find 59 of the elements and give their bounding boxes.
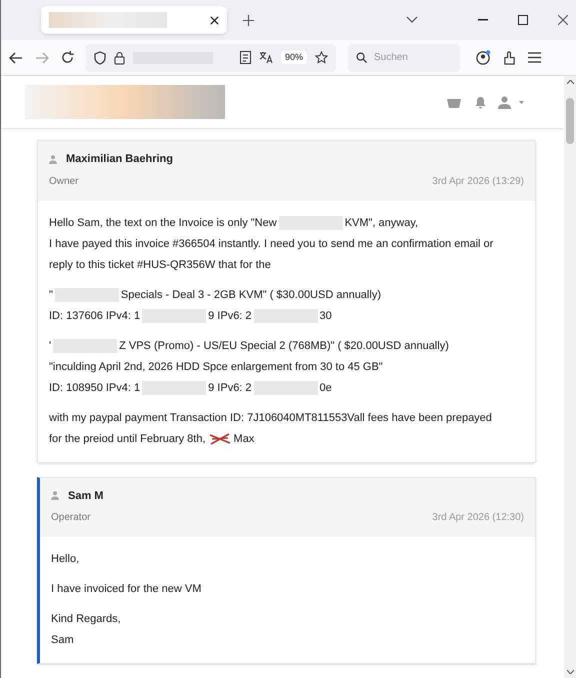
message-text: 30 (320, 308, 332, 324)
close-window-icon[interactable] (558, 15, 568, 25)
scroll-down-icon[interactable] (566, 670, 574, 674)
author-name: Maximilian Baehring (66, 152, 173, 167)
reader-view-icon[interactable] (240, 51, 251, 64)
message-text: Kind Regards, (51, 612, 121, 628)
user-icon (49, 154, 57, 164)
close-icon[interactable] (210, 16, 219, 24)
user-icon (51, 491, 59, 500)
scrollbar[interactable] (564, 76, 576, 678)
chevron-down-icon[interactable] (406, 16, 418, 24)
author-name: Sam M (68, 488, 104, 504)
minimize-icon[interactable] (478, 19, 488, 21)
new-tab-icon[interactable] (243, 14, 254, 26)
message-text: with my paypal payment Transaction ID: 7J106040MT811553Vall fees have been prepayed (49, 410, 492, 426)
basket-icon[interactable] (447, 96, 461, 108)
lock-icon (114, 50, 125, 64)
account-icon[interactable] (476, 50, 491, 65)
message-text: 9 IPv6: 2 (208, 308, 252, 324)
message-text: reply to this ticket #HUS-QR356W that for the (49, 258, 271, 273)
message-text: Z VPS (Promo) - US/EU Special 2 (768MB)" ( $20.00USD annually) (119, 338, 449, 354)
bell-icon[interactable] (475, 96, 486, 108)
maximize-icon[interactable] (518, 15, 528, 25)
search-field[interactable]: Suchen (348, 44, 460, 72)
star-icon[interactable] (315, 51, 328, 64)
address-bar[interactable]: 90% (86, 44, 336, 72)
scribble-mark (208, 433, 231, 445)
shield-icon[interactable] (94, 50, 106, 64)
message-text: 9 IPv6: 2 (208, 380, 252, 396)
message-text: 0e (320, 380, 332, 396)
message-text: Hello, (51, 552, 80, 568)
menu-icon[interactable] (528, 52, 541, 63)
message-text: I have payed this invoice #366504 instantly. I need you to send me an confirmation email or (49, 236, 494, 252)
zoom-level[interactable]: 90% (280, 50, 307, 64)
author-role: Operator (51, 511, 90, 525)
extensions-icon[interactable] (503, 50, 516, 64)
message-text: Specials - Deal 3 - 2GB KVM" ( $30.00USD annually) (120, 288, 381, 303)
message-text: for the preiod until February 8th, (49, 432, 206, 447)
translate-icon[interactable] (258, 51, 273, 64)
message-text: I have invoiced for the new VM (51, 582, 202, 598)
caret-icon[interactable] (519, 100, 524, 104)
message-text: "inculding April 2nd, 2026 HDD Spce enlargement from 30 to 45 GB" (49, 360, 383, 375)
scrollbar-thumb[interactable] (566, 98, 574, 144)
author-role: Owner (49, 174, 78, 188)
message-text: Hello Sam, the text on the Invoice is only "New (49, 216, 277, 231)
reload-icon[interactable] (61, 51, 74, 64)
user-icon[interactable] (498, 96, 511, 108)
message-text: ID: 108950 IPv4: 1 (49, 380, 140, 396)
message-date: 3rd Apr 2026 (13:29) (432, 174, 524, 188)
search-icon (356, 52, 367, 62)
message-text: Sam (51, 633, 74, 648)
message-text: Max (234, 432, 254, 447)
message-text: KVM", anyway, (344, 216, 418, 231)
message-text: ' (49, 338, 52, 354)
message-text: ID: 137606 IPv4: 1 (49, 308, 140, 324)
message-text: " (49, 288, 53, 303)
back-icon[interactable] (9, 52, 23, 64)
message-date: 3rd Apr 2026 (12:30) (432, 511, 524, 525)
scroll-up-icon[interactable] (566, 80, 574, 84)
